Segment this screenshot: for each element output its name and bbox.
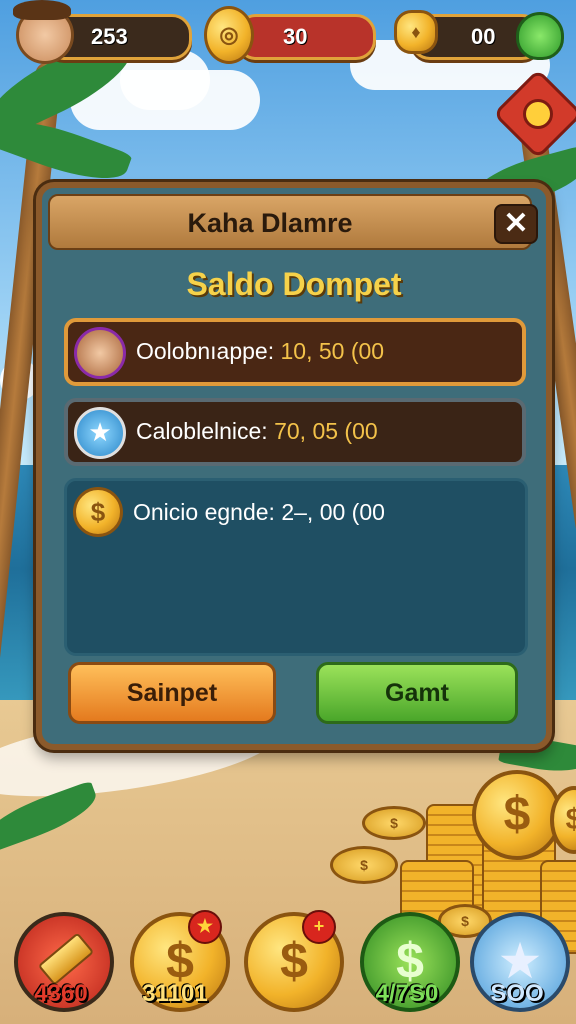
dialog-title: Kaha Dlamre [187, 208, 353, 238]
plus-badge-icon: + [302, 910, 336, 944]
row-amount: 2–, 00 (00 [281, 499, 385, 525]
dollar-coin-icon: $ [73, 487, 123, 537]
row-label: Caloblelnice: [136, 418, 268, 444]
star-badge-icon: ★ [188, 910, 222, 944]
dollar-coin-icon: $ [472, 770, 562, 860]
row-amount: 10, 50 (00 [280, 338, 385, 364]
balance-row[interactable]: ★ Caloblelnice: 70, 05 (00 [64, 398, 526, 466]
dollar-coin-icon: $ [330, 846, 398, 884]
coin-count: 31101 [142, 980, 208, 1007]
star-count: SOO [490, 980, 544, 1007]
energy-value: 30 [283, 24, 308, 49]
star-icon: ★ [74, 407, 126, 459]
green-coin-count: 4/7S0 [375, 980, 439, 1007]
gamt-button[interactable]: Gamt [316, 662, 518, 724]
gold-bar-count: 4360 [34, 980, 88, 1007]
close-button[interactable]: ✕ [494, 204, 538, 244]
row-label: Oolobnıappe: [136, 338, 275, 364]
gold-bar-icon [37, 932, 95, 986]
potion-value: 00 [471, 24, 496, 49]
energy-counter[interactable]: 30 [236, 14, 376, 60]
sainpet-button[interactable]: Sainpet [68, 662, 276, 724]
dialog-subtitle: Saldo Dompet [186, 266, 402, 302]
green-gem-icon[interactable] [516, 12, 564, 60]
shell-coin-icon: ◎ [204, 6, 254, 64]
dollar-coin-icon: $ [362, 806, 426, 840]
player-count: 253 [91, 24, 128, 49]
dialog-header: Kaha Dlamre ✕ [48, 194, 538, 250]
balance-row[interactable]: Oolobnıappe: 10, 50 (00 [64, 318, 526, 386]
row-label: Onicio egnde: [133, 499, 275, 525]
avatar-icon [74, 327, 126, 379]
wallet-dialog: Kaha Dlamre ✕ Saldo Dompet Oolobnıappe: … [36, 182, 552, 750]
potion-icon: ♦ [394, 10, 438, 54]
balance-detail-box: $ Onicio egnde: 2–, 00 (00 [64, 478, 528, 656]
cowboy-hat-icon [13, 0, 71, 20]
row-amount: 70, 05 (00 [274, 418, 378, 444]
